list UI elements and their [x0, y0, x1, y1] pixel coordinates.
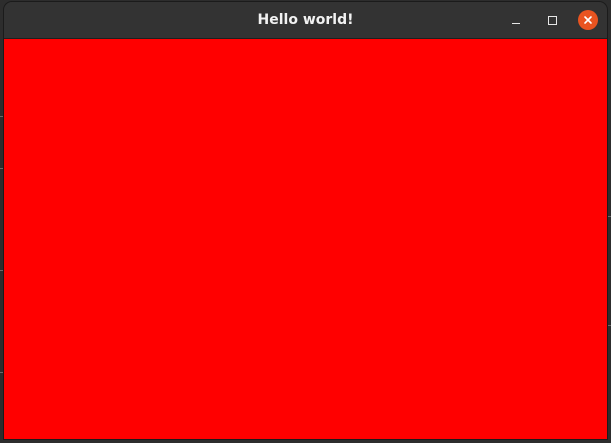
background-mark [0, 168, 3, 169]
maximize-button[interactable] [541, 9, 563, 31]
background-mark [0, 270, 3, 271]
window-content-canvas[interactable] [4, 39, 607, 439]
window-titlebar[interactable]: Hello world! [4, 2, 607, 39]
minimize-icon [512, 22, 520, 24]
window-controls [505, 9, 599, 31]
close-button-circle [578, 10, 598, 30]
minimize-button[interactable] [505, 9, 527, 31]
app-window: Hello world! [4, 2, 607, 439]
close-button[interactable] [577, 9, 599, 31]
close-icon [583, 15, 593, 25]
background-mark [0, 372, 3, 373]
maximize-icon [547, 15, 557, 25]
background-mark [0, 116, 3, 117]
desktop: Hello world! [0, 0, 611, 443]
